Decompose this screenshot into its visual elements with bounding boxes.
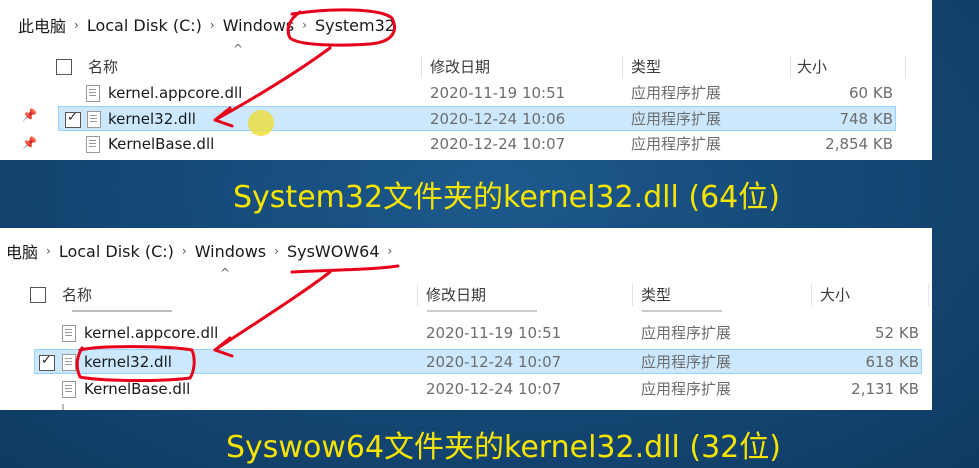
column-header-date[interactable]: 修改日期 xyxy=(426,282,486,308)
column-header-size[interactable]: 大小 xyxy=(820,282,850,308)
chevron-right-icon: › xyxy=(181,244,187,258)
row-checkbox[interactable] xyxy=(65,110,81,128)
select-all-checkbox[interactable] xyxy=(56,59,72,75)
file-name: KernelBase.dll xyxy=(108,135,215,153)
breadcrumb: 此电脑 › Local Disk (C:) › Windows › System… xyxy=(0,0,932,50)
column-divider[interactable] xyxy=(417,284,418,306)
file-type: 应用程序扩展 xyxy=(631,135,722,153)
file-type: 应用程序扩展 xyxy=(641,324,732,342)
column-header-type[interactable]: 类型 xyxy=(631,54,661,80)
dll-file-icon xyxy=(86,85,100,102)
file-date: 2020-11-19 10:51 xyxy=(426,324,562,342)
dll-file-icon xyxy=(87,111,101,128)
file-name: KernelBase.dll xyxy=(84,380,191,398)
column-divider[interactable] xyxy=(622,56,623,78)
file-size: 2,854 KB xyxy=(825,135,893,153)
breadcrumb: 电脑 › Local Disk (C:) › Windows › SysWOW6… xyxy=(0,228,932,274)
file-size: 748 KB xyxy=(839,110,893,128)
chevron-right-icon: › xyxy=(387,244,393,258)
dll-file-icon xyxy=(62,354,76,371)
chevron-right-icon: › xyxy=(209,18,215,32)
file-date: 2020-12-24 10:06 xyxy=(430,110,566,128)
file-row[interactable]: KernelBase.dll 2020-12-24 10:07 应用程序扩展 2… xyxy=(34,377,922,402)
file-name: kernel.appcore.dll xyxy=(108,84,243,102)
select-all-checkbox[interactable] xyxy=(30,287,46,303)
breadcrumb-windows[interactable]: Windows xyxy=(217,16,300,35)
breadcrumb-syswow64[interactable]: SysWOW64 xyxy=(281,242,386,261)
caption-syswow64: Syswow64文件夹的kernel32.dll (32位) xyxy=(226,430,781,465)
file-size: 52 KB xyxy=(875,324,919,342)
chevron-right-icon: › xyxy=(274,244,279,258)
dll-file-icon xyxy=(62,381,76,398)
pin-icon: 📌 xyxy=(22,136,37,150)
column-divider[interactable] xyxy=(811,284,812,306)
column-header-name[interactable]: 名称 xyxy=(88,54,118,80)
file-name: kernel32.dll xyxy=(84,353,172,371)
column-divider[interactable] xyxy=(928,284,929,306)
breadcrumb-system32[interactable]: System32 xyxy=(309,16,401,35)
pin-icon: 📌 xyxy=(22,108,37,122)
breadcrumb-this-pc[interactable]: 电脑 xyxy=(0,239,44,263)
file-date: 2020-12-24 10:07 xyxy=(426,380,562,398)
scrolled-row-fragment xyxy=(62,308,922,314)
file-row[interactable]: kernel.appcore.dll 2020-11-19 10:51 应用程序… xyxy=(58,81,896,106)
dll-file-icon xyxy=(86,136,100,153)
file-date: 2020-12-24 10:07 xyxy=(426,353,562,371)
file-date: 2020-12-24 10:07 xyxy=(430,135,566,153)
explorer-window-system32: 此电脑 › Local Disk (C:) › Windows › System… xyxy=(0,0,932,160)
cursor-highlight xyxy=(248,110,274,136)
dll-file-icon xyxy=(62,325,76,342)
file-type: 应用程序扩展 xyxy=(631,110,722,128)
column-divider[interactable] xyxy=(790,56,791,78)
breadcrumb-local-disk[interactable]: Local Disk (C:) xyxy=(53,242,180,261)
file-type: 应用程序扩展 xyxy=(641,380,732,398)
column-header-name[interactable]: 名称 xyxy=(62,282,92,308)
breadcrumb-local-disk[interactable]: Local Disk (C:) xyxy=(81,16,208,35)
column-divider[interactable] xyxy=(632,284,633,306)
file-size: 2,131 KB xyxy=(851,380,919,398)
column-divider[interactable] xyxy=(905,56,906,78)
file-date: 2020-11-19 10:51 xyxy=(430,84,566,102)
file-row[interactable]: KernelBase.dll 2020-12-24 10:07 应用程序扩展 2… xyxy=(58,132,896,157)
column-divider[interactable] xyxy=(421,56,422,78)
column-header-row: 名称 修改日期 类型 大小 xyxy=(0,54,932,80)
file-type: 应用程序扩展 xyxy=(641,353,732,371)
column-header-date[interactable]: 修改日期 xyxy=(430,54,490,80)
file-row-selected[interactable]: kernel32.dll 2020-12-24 10:06 应用程序扩展 748… xyxy=(58,106,896,131)
file-type: 应用程序扩展 xyxy=(631,84,722,102)
breadcrumb-windows[interactable]: Windows xyxy=(189,242,272,261)
row-checkbox[interactable] xyxy=(39,353,55,371)
sort-ascending-icon: ^ xyxy=(220,266,231,280)
file-name: kernel.appcore.dll xyxy=(84,324,219,342)
breadcrumb-this-pc[interactable]: 此电脑 xyxy=(12,13,72,37)
explorer-window-syswow64: 电脑 › Local Disk (C:) › Windows › SysWOW6… xyxy=(0,228,932,410)
chevron-right-icon: › xyxy=(46,244,51,258)
caption-system32: System32文件夹的kernel32.dll (64位) xyxy=(233,180,780,215)
column-header-row: 名称 修改日期 类型 大小 xyxy=(0,282,932,308)
file-size: 618 KB xyxy=(865,353,919,371)
column-header-size[interactable]: 大小 xyxy=(797,54,827,80)
column-header-type[interactable]: 类型 xyxy=(641,282,671,308)
file-size: 60 KB xyxy=(849,84,893,102)
file-row[interactable]: kernel.appcore.dll 2020-11-19 10:51 应用程序… xyxy=(34,321,922,346)
file-name: kernel32.dll xyxy=(108,110,196,128)
file-row-selected[interactable]: kernel32.dll 2020-12-24 10:07 应用程序扩展 618… xyxy=(34,349,922,374)
chevron-right-icon: › xyxy=(302,18,307,32)
chevron-right-icon: › xyxy=(74,18,79,32)
scroll-fragment xyxy=(62,404,64,410)
